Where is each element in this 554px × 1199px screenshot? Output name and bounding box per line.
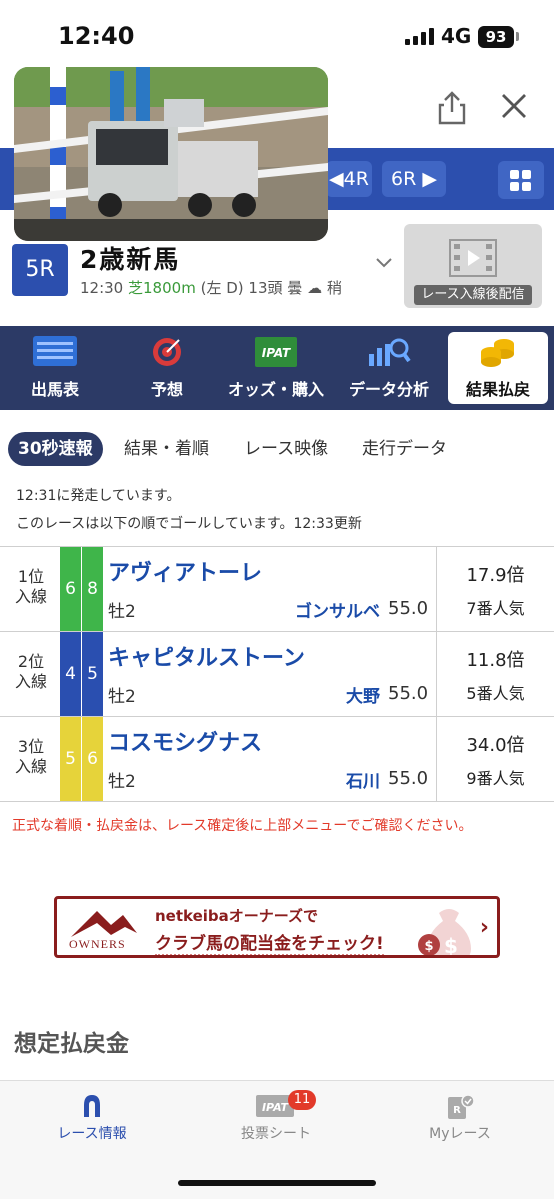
- waku-number: 5: [60, 717, 81, 801]
- signal-icon: [405, 27, 434, 45]
- cloud-icon: ☁: [307, 279, 323, 297]
- odds: 17.9倍: [466, 565, 525, 586]
- race-number-badge: 5R: [12, 244, 68, 296]
- next-race-button[interactable]: 6R ▶: [382, 161, 446, 197]
- chevron-down-icon[interactable]: [375, 256, 393, 270]
- race-info: 12:30 芝1800m (左 D) 13頭 曇 ☁ 稍: [80, 279, 342, 297]
- ipat-icon: IPAT: [255, 337, 297, 367]
- sex-age: 牡2: [108, 602, 136, 622]
- horse-name[interactable]: コスモシグナス: [108, 725, 262, 757]
- chevron-right-icon: ›: [479, 915, 489, 940]
- coins-icon: [481, 339, 514, 367]
- weight: 55.0: [388, 683, 429, 704]
- live-label: レース入線後配信: [414, 285, 532, 305]
- race-name: 2歳新馬: [80, 245, 181, 274]
- chart-search-icon: [369, 338, 411, 366]
- owners-banner[interactable]: OWNERS netkeibaオーナーズで クラブ馬の配当金をチェック! $ $…: [54, 896, 500, 958]
- svg-text:IPAT: IPAT: [262, 1101, 290, 1114]
- share-icon[interactable]: [436, 90, 468, 126]
- banner-line1: netkeibaオーナーズで: [155, 907, 319, 925]
- video-player[interactable]: [14, 67, 328, 241]
- jockey-name[interactable]: ゴンサルベ: [295, 597, 380, 622]
- grid-menu-button[interactable]: [498, 161, 544, 199]
- waku-number: 4: [60, 632, 81, 716]
- race-video-frame: [14, 67, 328, 241]
- odds: 34.0倍: [466, 735, 525, 756]
- finish-position: 1位 入線: [14, 567, 47, 606]
- table-row[interactable]: 2位 入線 4 5 キャピタルストーン 牡2 大野 55.0 11.8倍 5番人気: [0, 631, 554, 716]
- target-icon: [153, 338, 181, 366]
- banner-line2: クラブ馬の配当金をチェック!: [155, 929, 384, 955]
- svg-text:$: $: [424, 939, 433, 954]
- popularity: 9番人気: [466, 769, 525, 788]
- table-icon: [33, 336, 77, 366]
- result-notice: 正式な着順・払戻金は、レース確定後に上部メニューでご確認ください。: [12, 818, 473, 834]
- horseshoe-icon: [84, 1095, 100, 1117]
- popularity: 5番人気: [466, 684, 525, 703]
- main-menu: 出馬表 予想 IPAT オッズ・購入 データ分析 結果払戻: [0, 326, 554, 410]
- menu-data-analysis[interactable]: データ分析: [338, 326, 440, 410]
- horse-number: 8: [82, 547, 103, 631]
- battery-cap: [516, 32, 519, 41]
- horse-name[interactable]: キャピタルストーン: [108, 640, 305, 672]
- jockey-name[interactable]: 大野: [346, 682, 380, 707]
- menu-prediction[interactable]: 予想: [122, 326, 212, 410]
- weight: 55.0: [388, 768, 429, 789]
- prev-race-button[interactable]: ◀4R: [326, 161, 372, 197]
- play-video-icon: [449, 239, 497, 277]
- menu-odds[interactable]: IPAT オッズ・購入: [222, 326, 330, 410]
- home-indicator: [178, 1180, 376, 1186]
- menu-results[interactable]: 結果払戻: [448, 332, 548, 404]
- tab-result-order[interactable]: 結果・着順: [124, 432, 209, 466]
- money-bag-icon: $ $: [418, 909, 471, 958]
- section-title: 想定払戻金: [14, 1031, 129, 1057]
- network-type: 4G: [441, 24, 472, 48]
- svg-text:R: R: [453, 1105, 461, 1116]
- status-time: 12:40: [58, 22, 135, 50]
- my-race-icon: R: [448, 1095, 474, 1119]
- sex-age: 牡2: [108, 772, 136, 792]
- svg-text:IPAT: IPAT: [262, 346, 291, 360]
- close-icon[interactable]: [498, 90, 530, 122]
- horse-number: 5: [82, 632, 103, 716]
- battery-icon: 93: [478, 26, 514, 48]
- horse-number: 6: [82, 717, 103, 801]
- grid-icon: [510, 170, 519, 179]
- owners-logo-text: OWNERS: [69, 937, 126, 951]
- table-row[interactable]: 3位 入線 5 6 コスモシグナス 牡2 石川 55.0 34.0倍 9番人気: [0, 716, 554, 802]
- finish-position: 3位 入線: [14, 737, 47, 776]
- tab-30sec-report[interactable]: 30秒速報: [8, 432, 103, 466]
- odds: 11.8倍: [466, 650, 525, 671]
- status-bar: 12:40 4G 93: [0, 0, 554, 70]
- bet-sheet-badge: 11: [288, 1090, 316, 1110]
- jockey-name[interactable]: 石川: [346, 767, 380, 792]
- tab-race-video[interactable]: レース映像: [244, 432, 328, 466]
- race-replay-box[interactable]: レース入線後配信: [404, 224, 542, 308]
- menu-entries[interactable]: 出馬表: [10, 326, 100, 410]
- start-info: 12:31に発走しています。: [16, 488, 181, 504]
- goal-info: このレースは以下の順でゴールしています。12:33更新: [16, 516, 362, 532]
- finish-position: 2位 入線: [14, 652, 47, 691]
- popularity: 7番人気: [466, 599, 525, 618]
- weight: 55.0: [388, 598, 429, 619]
- svg-text:$: $: [444, 934, 458, 958]
- horse-name[interactable]: アヴィアトーレ: [108, 555, 262, 587]
- sex-age: 牡2: [108, 687, 136, 707]
- waku-number: 6: [60, 547, 81, 631]
- table-row[interactable]: 1位 入線 6 8 アヴィアトーレ 牡2 ゴンサルベ 55.0 17.9倍 7番人…: [0, 546, 554, 631]
- tab-running-data[interactable]: 走行データ: [362, 432, 447, 466]
